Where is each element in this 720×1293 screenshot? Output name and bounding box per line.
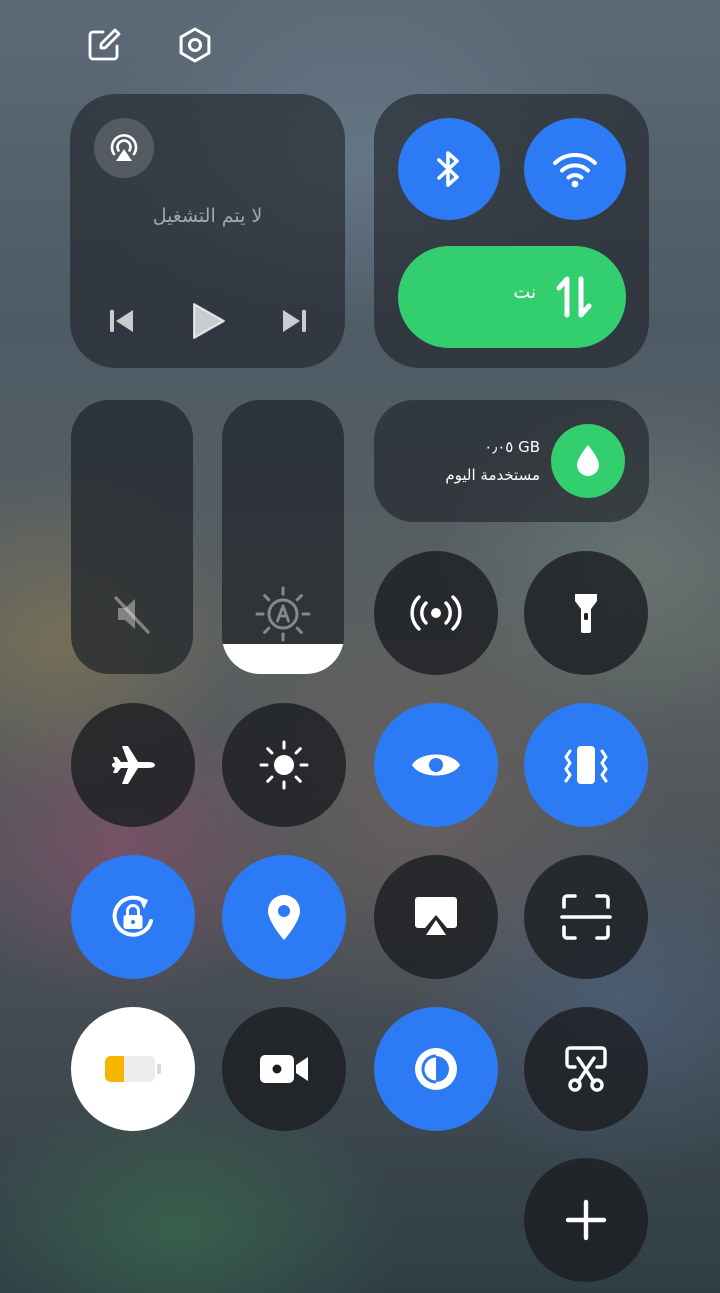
data-usage-badge: [551, 424, 625, 498]
airplay-audio-icon: [110, 134, 138, 161]
airplane-icon: [112, 746, 155, 784]
eye-comfort-toggle[interactable]: [374, 703, 498, 827]
screenshot-toggle[interactable]: [524, 1007, 648, 1131]
mute-icon: [114, 596, 150, 634]
data-usage-amount: ٠٫٠٥ GB: [484, 438, 540, 456]
brightness-slider-fill: [222, 643, 344, 674]
flashlight-toggle[interactable]: [524, 551, 648, 675]
airplane-mode-toggle[interactable]: [71, 703, 195, 827]
screen-scan-toggle[interactable]: [524, 855, 648, 979]
volume-slider[interactable]: [71, 400, 193, 674]
mobile-data-toggle[interactable]: نت: [398, 246, 626, 348]
wifi-toggle[interactable]: [524, 118, 626, 220]
brightness-slider[interactable]: [222, 400, 344, 674]
auto-brightness-icon: [255, 586, 311, 642]
edit-icon: [88, 28, 121, 61]
play-button[interactable]: [189, 301, 227, 341]
mobile-data-label: نت: [513, 282, 536, 303]
wifi-icon: [553, 153, 597, 188]
brightness-icon: [259, 740, 309, 790]
location-toggle[interactable]: [222, 855, 346, 979]
dark-mode-icon: [415, 1048, 457, 1090]
data-usage-panel[interactable]: ٠٫٠٥ GB مستخدمة اليوم: [374, 400, 649, 522]
screen-cast-icon: [415, 897, 457, 935]
gear-icon: [179, 27, 211, 63]
bluetooth-icon: [437, 151, 459, 187]
brightness-toggle[interactable]: [222, 703, 346, 827]
media-status-text: لا يتم التشغيل: [152, 205, 263, 227]
data-usage-caption: مستخدمة اليوم: [445, 466, 540, 484]
battery-saver-toggle[interactable]: [71, 1007, 195, 1131]
bluetooth-toggle[interactable]: [398, 118, 500, 220]
flashlight-icon: [575, 594, 597, 633]
control-center: لا يتم التشغيل نت ٠٫٠٥ GB مستخدمة اليوم: [0, 0, 720, 1293]
hotspot-toggle[interactable]: [374, 551, 498, 675]
dark-mode-toggle[interactable]: [374, 1007, 498, 1131]
vibrate-toggle[interactable]: [524, 703, 648, 827]
rotation-lock-icon: [112, 895, 153, 937]
plus-icon: [565, 1199, 607, 1241]
water-drop-icon: [577, 445, 599, 476]
screenshot-scissors-icon: [565, 1046, 607, 1092]
screen-cast-toggle[interactable]: [374, 855, 498, 979]
add-tile-button[interactable]: [524, 1158, 648, 1282]
previous-track-button[interactable]: [106, 305, 138, 337]
next-icon: [283, 310, 306, 332]
previous-icon: [110, 310, 133, 332]
hotspot-icon: [410, 595, 462, 631]
rotation-lock-toggle[interactable]: [71, 855, 195, 979]
scan-icon: [560, 894, 612, 940]
settings-button[interactable]: [175, 25, 215, 65]
edit-button[interactable]: [84, 25, 124, 65]
play-icon: [193, 303, 225, 339]
media-player-panel: لا يتم التشغيل: [70, 94, 345, 368]
video-camera-icon: [260, 1055, 308, 1083]
next-track-button[interactable]: [278, 305, 310, 337]
mobile-data-icon: [556, 276, 592, 318]
battery-saver-icon: [105, 1056, 161, 1082]
screen-record-toggle[interactable]: [222, 1007, 346, 1131]
location-icon: [268, 895, 300, 940]
eye-comfort-icon: [412, 754, 460, 776]
vibrate-icon: [564, 746, 608, 784]
audio-output-button[interactable]: [94, 118, 154, 178]
